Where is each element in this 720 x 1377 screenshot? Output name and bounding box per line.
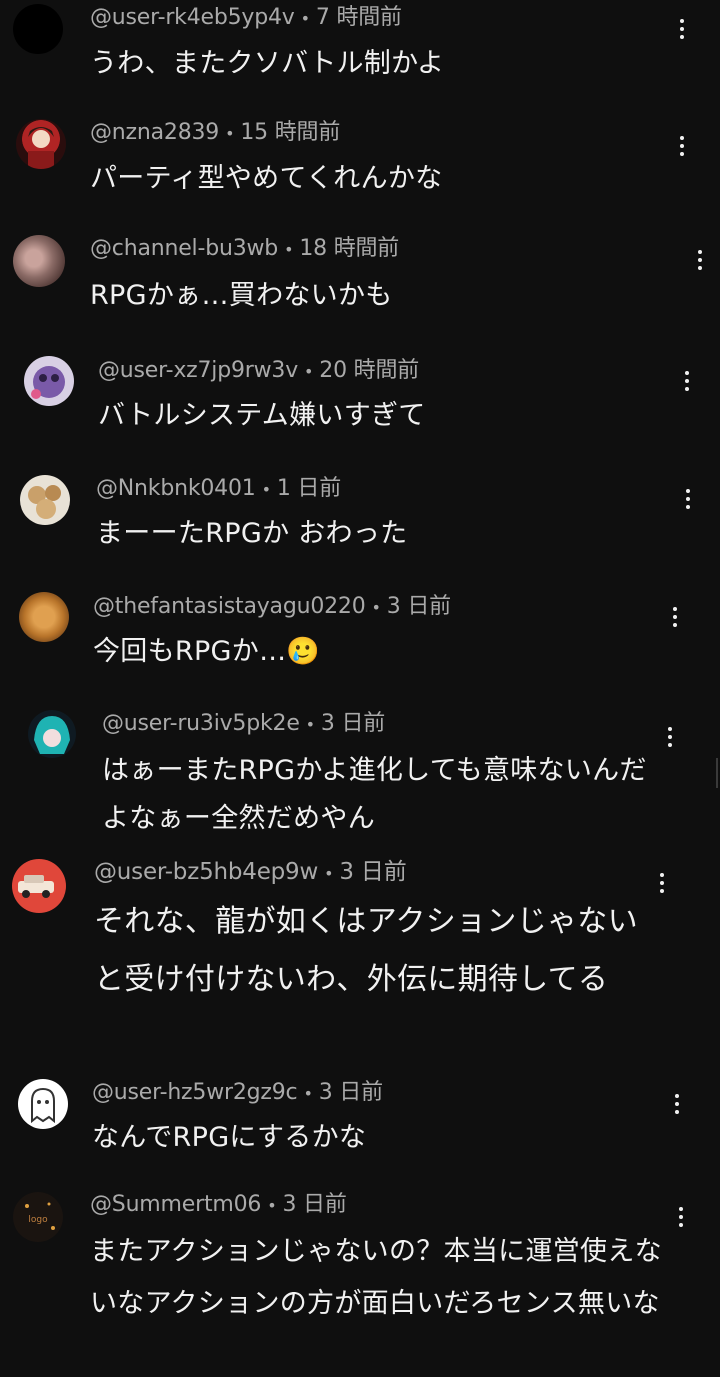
comment-item: @user-hz5wr2gz9c • 3 日前 なんでRPGにするかな (0, 1074, 720, 1192)
comment-item: @nzna2839 • 15 時間前 パーティ型やめてくれんかな (0, 110, 720, 230)
comment-time: 3 日前 (386, 594, 451, 619)
author-handle[interactable]: @user-bz5hb4ep9w (94, 859, 318, 885)
comment-meta: @Summertm06 • 3 日前 (90, 1190, 347, 1221)
more-vertical-icon[interactable] (670, 129, 694, 163)
more-vertical-icon[interactable] (675, 364, 699, 398)
separator-dot: • (300, 9, 310, 28)
author-handle[interactable]: @Summertm06 (90, 1192, 261, 1217)
ghost-icon (31, 1087, 55, 1124)
comment-meta: @user-hz5wr2gz9c • 3 日前 (92, 1078, 383, 1109)
comment-item: @thefantasistayagu0220 • 3 日前 今回もRPGか…🥲 (0, 586, 720, 704)
comment-time: 3 日前 (339, 859, 407, 885)
comment-text: うわ、またクソバトル制かよ (90, 48, 445, 79)
more-vertical-icon[interactable] (669, 1200, 693, 1234)
comment-time: 1 日前 (276, 476, 342, 501)
separator-dot: • (324, 864, 334, 883)
separator-dot: • (284, 240, 294, 259)
author-handle[interactable]: @channel-bu3wb (90, 236, 278, 261)
comment-meta: @user-bz5hb4ep9w • 3 日前 (94, 857, 407, 889)
avatar[interactable] (28, 710, 76, 758)
author-handle[interactable]: @user-rk4eb5yp4v (90, 5, 295, 30)
separator-dot: • (305, 715, 315, 734)
comment-time: 3 日前 (282, 1192, 347, 1217)
avatar[interactable]: logo (13, 1192, 63, 1242)
dark-logo-icon: logo (25, 1202, 55, 1230)
more-vertical-icon[interactable] (688, 243, 712, 277)
purple-character-icon (31, 366, 65, 399)
avatar[interactable] (13, 4, 63, 54)
red-car-icon (18, 875, 54, 898)
separator-dot: • (267, 1196, 277, 1215)
separator-dot: • (371, 598, 381, 617)
food-photo-icon (28, 485, 61, 519)
scrollbar[interactable] (716, 758, 718, 788)
comment-meta: @Nnkbnk0401 • 1 日前 (96, 474, 341, 505)
comment-time: 3 日前 (320, 711, 386, 736)
avatar[interactable] (13, 235, 65, 287)
comment-text: RPGかぁ…買わないかも (90, 280, 393, 311)
comment-meta: @user-rk4eb5yp4v • 7 時間前 (90, 3, 402, 34)
comment-item: @user-bz5hb4ep9w • 3 日前 それな、龍が如くはアクションじゃない… (0, 852, 720, 1074)
comment-text: それな、龍が如くはアクションじゃないと受け付けないわ、外伝に期待してる (94, 904, 638, 997)
avatar[interactable] (12, 859, 66, 913)
comment-time: 20 時間前 (319, 358, 420, 383)
separator-dot: • (261, 480, 271, 499)
comment-item: logo @Summertm06 • 3 日前 またアクションじゃないの？本当に運営… (0, 1186, 720, 1377)
svg-text:logo: logo (28, 1215, 48, 1225)
separator-dot: • (303, 1084, 313, 1103)
comment-time: 7 時間前 (315, 5, 402, 30)
author-handle[interactable]: @user-hz5wr2gz9c (92, 1080, 298, 1105)
author-handle[interactable]: @user-xz7jp9rw3v (98, 358, 298, 383)
comment-text: バトルシステム嫌いすぎて (98, 400, 426, 431)
teal-hair-character-icon (34, 716, 70, 754)
comment-meta: @channel-bu3wb • 18 時間前 (90, 234, 399, 265)
comment-item: @user-ru3iv5pk2e • 3 日前 はぁーまたRPGかよ進化しても意味な… (0, 704, 720, 852)
comment-text: 今回もRPGか…🥲 (93, 636, 321, 667)
comment-text: はぁーまたRPGかよ進化しても意味ないんだよなぁー全然だめやん (102, 755, 647, 834)
comment-time: 18 時間前 (299, 236, 400, 261)
author-handle[interactable]: @thefantasistayagu0220 (93, 594, 366, 619)
more-vertical-icon[interactable] (665, 1087, 689, 1121)
avatar[interactable] (24, 356, 74, 406)
comment-meta: @user-xz7jp9rw3v • 20 時間前 (98, 356, 419, 387)
author-handle[interactable]: @user-ru3iv5pk2e (102, 711, 300, 736)
avatar[interactable] (19, 592, 69, 642)
comment-meta: @user-ru3iv5pk2e • 3 日前 (102, 709, 385, 740)
avatar[interactable] (16, 119, 66, 169)
comment-text: まーーたRPGか おわった (96, 518, 408, 549)
avatar[interactable] (20, 475, 70, 525)
more-vertical-icon[interactable] (676, 482, 700, 516)
avatar[interactable] (18, 1079, 68, 1129)
more-vertical-icon[interactable] (670, 12, 694, 46)
comment-meta: @nzna2839 • 15 時間前 (90, 118, 340, 149)
anime-character-icon (28, 127, 54, 169)
author-handle[interactable]: @nzna2839 (90, 120, 219, 145)
comment-item: @Nnkbnk0401 • 1 日前 まーーたRPGか おわった (0, 468, 720, 586)
separator-dot: • (304, 362, 314, 381)
separator-dot: • (225, 124, 235, 143)
comment-text: パーティ型やめてくれんかな (90, 163, 443, 194)
comment-item: @user-rk4eb5yp4v • 7 時間前 うわ、またクソバトル制かよ (0, 0, 720, 110)
comment-text: なんでRPGにするかな (92, 1122, 367, 1153)
comment-item: @user-xz7jp9rw3v • 20 時間前 バトルシステム嫌いすぎて (0, 350, 720, 468)
more-vertical-icon[interactable] (663, 600, 687, 634)
comment-item: @channel-bu3wb • 18 時間前 RPGかぁ…買わないかも (0, 230, 720, 350)
more-vertical-icon[interactable] (658, 720, 682, 754)
author-handle[interactable]: @Nnkbnk0401 (96, 476, 256, 501)
comment-text: またアクションじゃないの？本当に運営使えないなアクションの方が面白いだろセンス無… (90, 1236, 662, 1319)
comment-time: 3 日前 (318, 1080, 383, 1105)
more-vertical-icon[interactable] (650, 866, 674, 900)
comment-meta: @thefantasistayagu0220 • 3 日前 (93, 592, 451, 623)
comment-time: 15 時間前 (240, 120, 341, 145)
